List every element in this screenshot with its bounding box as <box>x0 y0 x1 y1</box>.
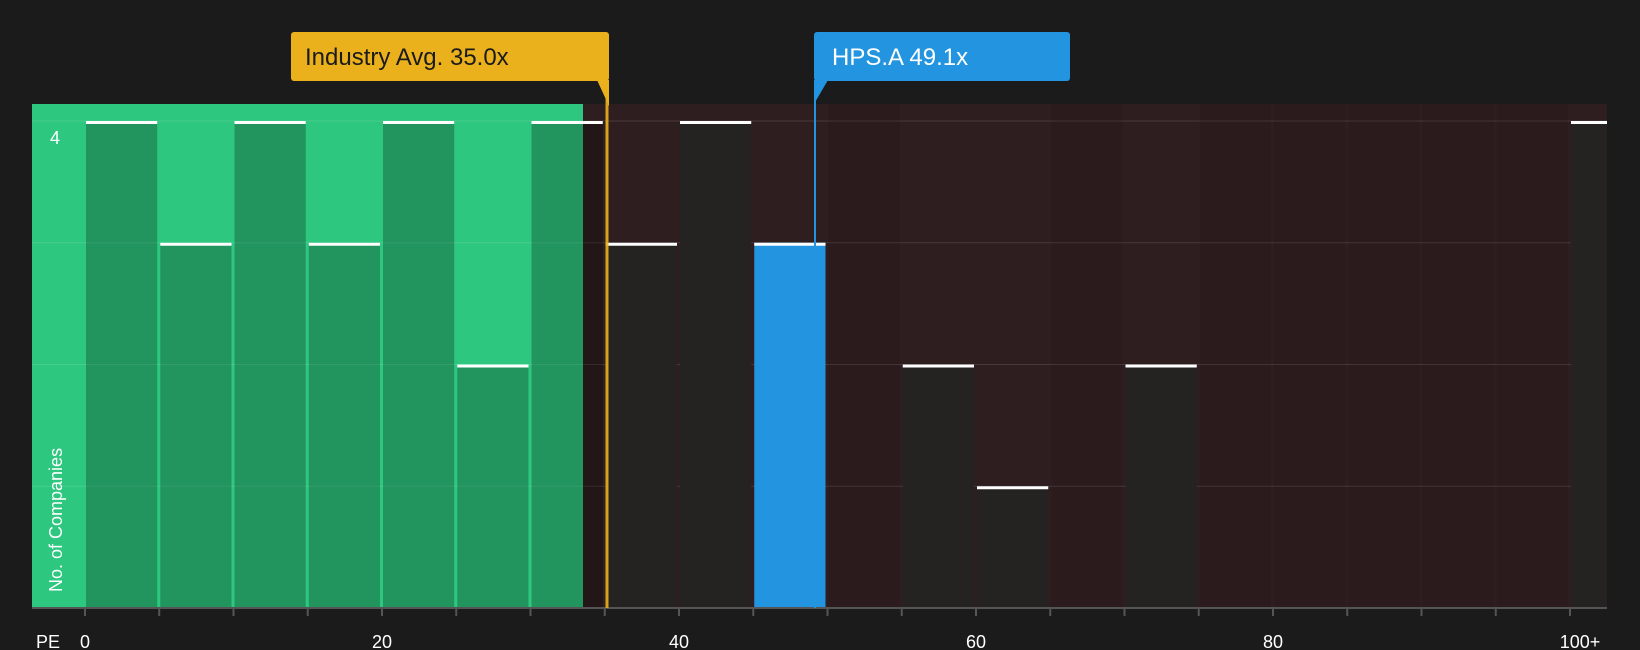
pe-histogram-chart: 0 20 40 60 80 100+ No. of Companies PE 4 Indu… <box>0 0 1640 650</box>
histogram-bar <box>86 121 158 608</box>
histogram-bar-empty <box>828 104 900 608</box>
company-pe-label: HPS.A 49.1x <box>832 44 968 71</box>
x-tick-label: 40 <box>669 632 689 650</box>
histogram-bar <box>531 121 603 608</box>
histogram-bar <box>234 121 306 608</box>
histogram-bar-empty <box>1199 104 1271 608</box>
histogram-bar-empty <box>1051 104 1123 608</box>
x-tick-label: 100+ <box>1560 632 1601 650</box>
histogram-bar <box>1125 364 1197 608</box>
x-tick-label: 60 <box>966 632 986 650</box>
x-tick-label: 0 <box>80 632 90 650</box>
histogram-bar <box>605 242 677 608</box>
x-tick-label: 20 <box>372 632 392 650</box>
histogram-bar <box>902 364 974 608</box>
histogram-bar-empty <box>1496 104 1568 608</box>
y-tick-label: 4 <box>50 128 60 148</box>
x-axis-title: PE <box>36 632 60 650</box>
histogram-bar-empty <box>1422 104 1494 608</box>
histogram-bar <box>383 121 455 608</box>
y-axis-title: No. of Companies <box>46 448 66 592</box>
histogram-bar-empty <box>1274 104 1346 608</box>
histogram-bar <box>308 242 380 608</box>
histogram-bar <box>160 242 232 608</box>
histogram-bar-empty <box>1348 104 1420 608</box>
histogram-bar <box>977 486 1049 608</box>
industry-average-label: Industry Avg. 35.0x <box>305 44 509 71</box>
histogram-bar <box>1571 121 1607 608</box>
histogram-bar <box>457 364 529 608</box>
x-tick-label: 80 <box>1263 632 1283 650</box>
histogram-bar <box>680 121 752 608</box>
